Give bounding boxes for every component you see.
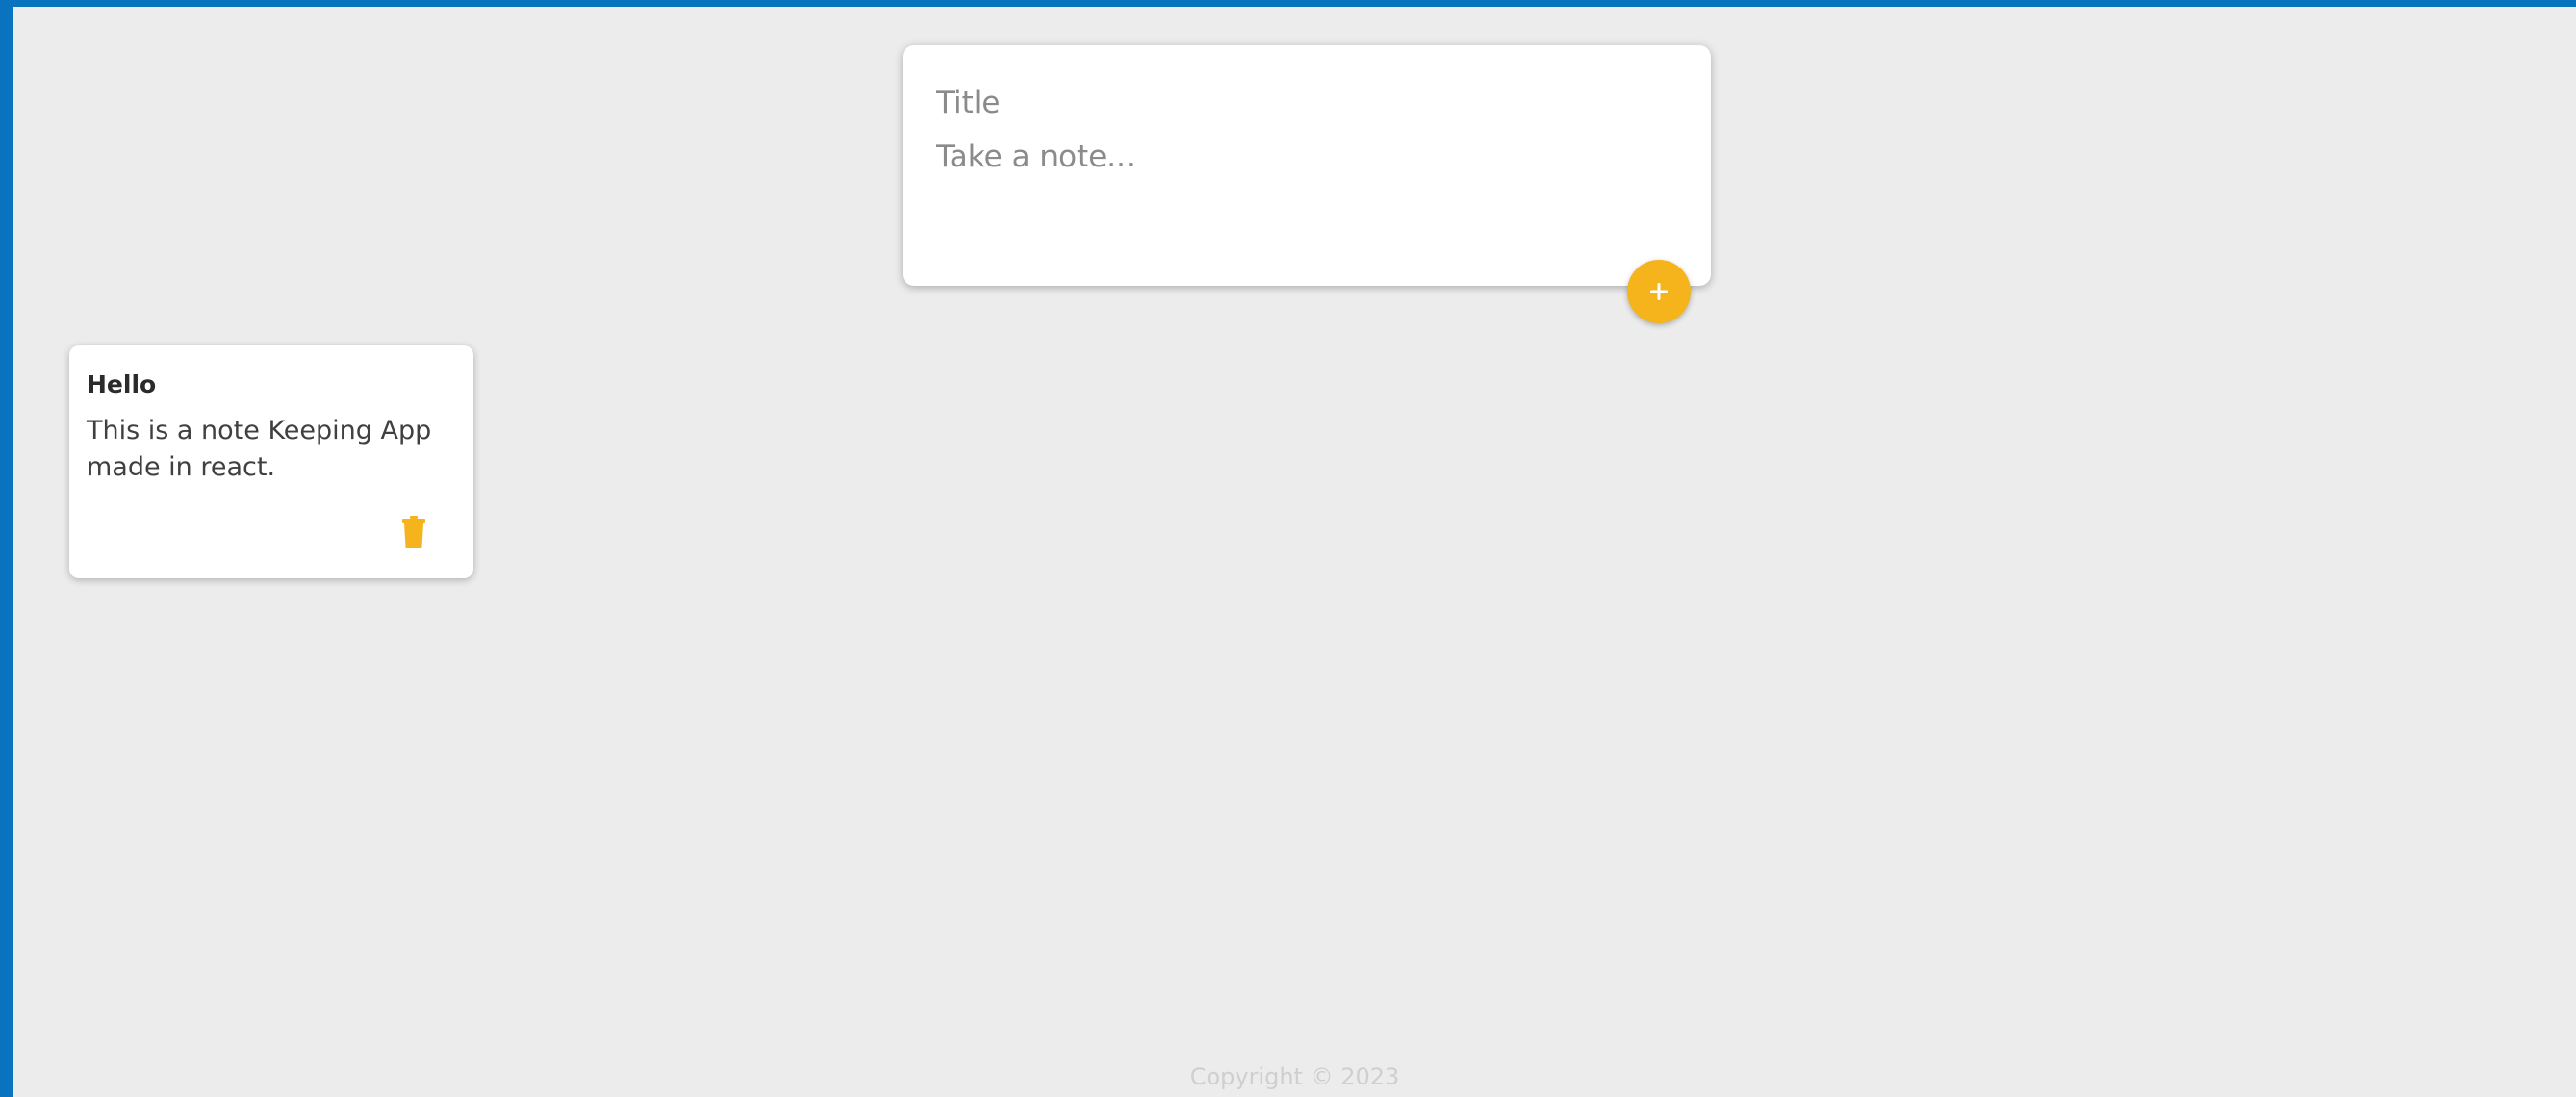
note-content: This is a note Keeping App made in react… xyxy=(87,416,432,482)
app-background: Hello This is a note Keeping App made in… xyxy=(13,7,2576,1097)
trash-icon xyxy=(402,516,425,548)
create-note-form xyxy=(903,45,1711,286)
plus-icon xyxy=(1650,283,1668,300)
note-content-input[interactable] xyxy=(936,136,1668,251)
note-title-input[interactable] xyxy=(936,82,1668,124)
note-title: Hello xyxy=(87,370,157,398)
note-card: Hello This is a note Keeping App made in… xyxy=(69,345,473,578)
delete-note-button[interactable] xyxy=(398,513,429,551)
copyright-footer: Copyright © 2023 xyxy=(1189,1063,1400,1090)
add-note-button[interactable] xyxy=(1627,260,1691,323)
